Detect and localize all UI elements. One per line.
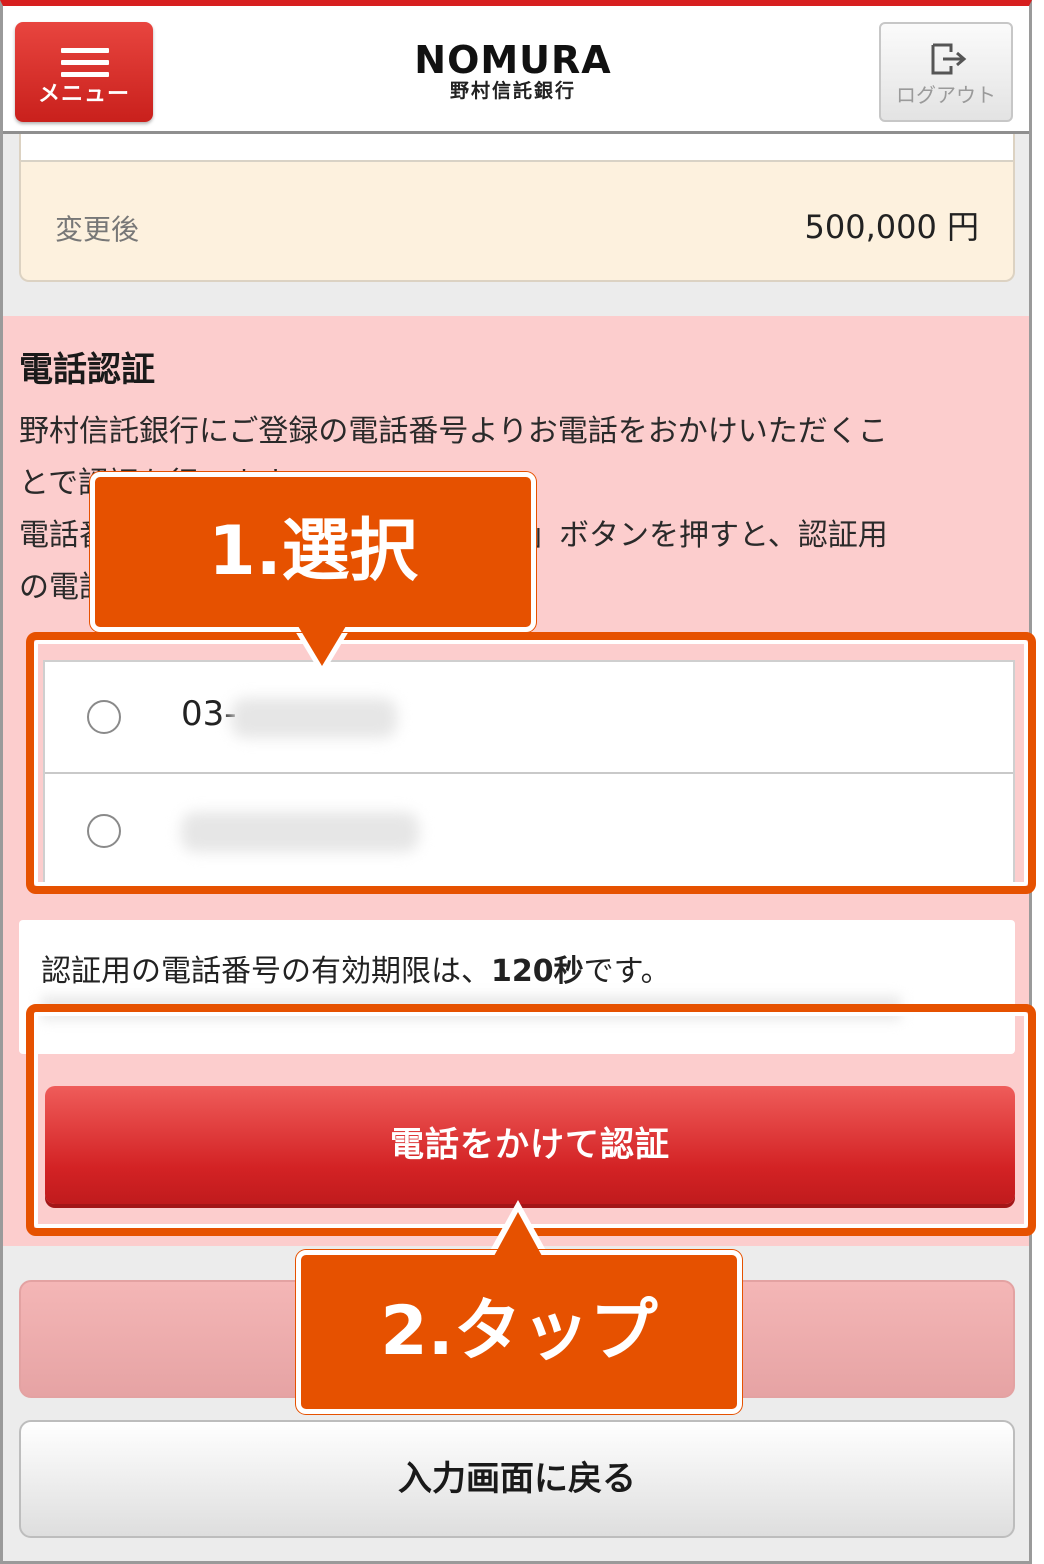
amount-summary: 変更後 500,000 円 [19,134,1015,282]
header: メニュー NOMURA 野村信託銀行 ログアウト [3,6,1029,134]
highlight-phone-selection [26,632,1036,894]
section-title: 電話認証 [19,350,155,390]
description-line: 野村信託銀行にご登録の電話番号よりお電話をおかけいただくこ [19,414,888,449]
notice-text: 認証用の電話番号の有効期限は、120秒です。 [41,946,671,990]
logo-text-en: NOMURA [414,38,612,82]
callout-pointer [494,1212,542,1256]
notice-text-part: です。 [583,954,671,989]
back-to-input-button[interactable]: 入力画面に戻る [19,1420,1015,1538]
notice-expiry-seconds: 120秒 [491,954,584,989]
callout-pointer [298,626,346,666]
hamburger-icon [61,48,109,78]
menu-button-label: メニュー [37,82,130,107]
nomura-logo: NOMURA 野村信託銀行 [363,40,663,102]
logo-text-jp: 野村信託銀行 [449,80,576,102]
amount-value: 500,000 円 [804,208,979,246]
logout-button[interactable]: ログアウト [879,22,1013,122]
callout-step1: 1.選択 [90,472,536,632]
menu-button[interactable]: メニュー [15,22,153,122]
logout-icon [931,43,967,75]
amount-label: 変更後 [55,213,140,246]
callout-step2: 2.タップ [296,1250,742,1414]
notice-text-part: 認証用の電話番号の有効期限は、 [41,954,491,989]
amount-previous-row [21,134,1013,162]
logout-button-label: ログアウト [896,83,996,107]
